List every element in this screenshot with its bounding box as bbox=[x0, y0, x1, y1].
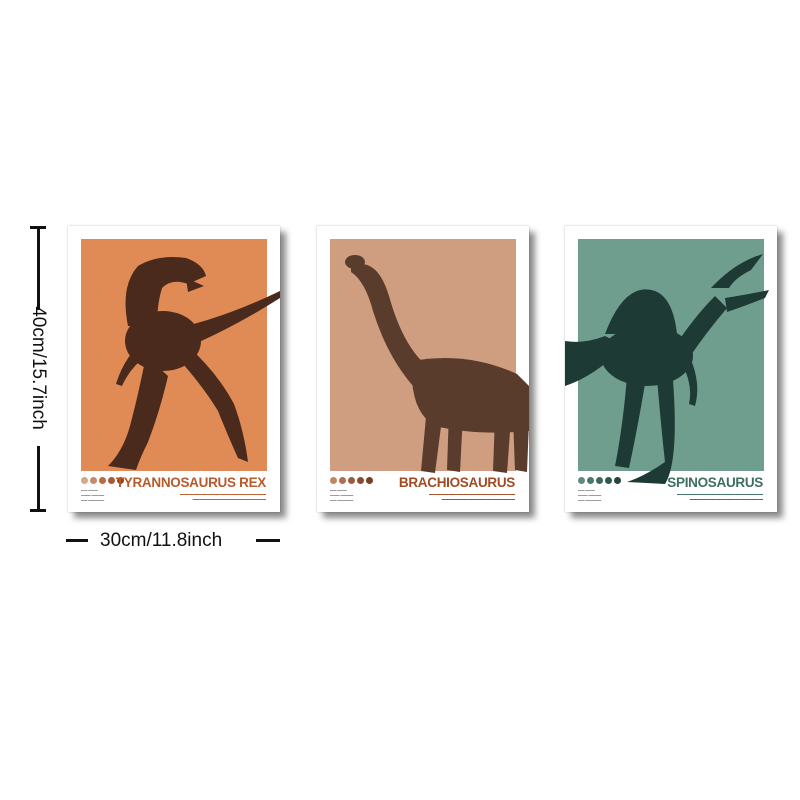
description-text: ▬▬▬▬▬▬▬▬▬▬▬▬▬▬▬▬▬▬▬▬▬▬▬▬▬▬▬ ▬▬▬▬▬▬▬▬▬▬▬▬▬… bbox=[179, 492, 266, 501]
color-dot bbox=[339, 477, 346, 484]
width-label: 30cm/11.8inch bbox=[100, 530, 223, 551]
brachiosaurus-illustration bbox=[345, 255, 529, 473]
color-dot bbox=[330, 477, 337, 484]
poster-title: TYRANNOSAURUS REX bbox=[115, 475, 266, 490]
color-dot bbox=[596, 477, 603, 484]
description-text: ▬▬▬▬▬▬▬▬▬▬▬▬▬▬▬▬▬▬▬▬▬▬▬▬▬▬▬ ▬▬▬▬▬▬▬▬▬▬▬▬▬… bbox=[428, 492, 515, 501]
poster-tyrannosaurus-rex: ▬▬ ▬▬▬ ▬▬▬ ▬▬▬▬ ▬▬ ▬▬▬▬▬ TYRANNOSAURUS REX… bbox=[68, 226, 280, 512]
poster-spinosaurus: ▬▬ ▬▬▬ ▬▬▬ ▬▬▬▬ ▬▬ ▬▬▬▬▬ SPINOSAURUS ▬▬▬▬▬… bbox=[565, 226, 777, 512]
color-dot bbox=[99, 477, 106, 484]
poster-title: BRACHIOSAURUS bbox=[398, 475, 515, 490]
color-dot bbox=[587, 477, 594, 484]
description-text: ▬▬▬▬▬▬▬▬▬▬▬▬▬▬▬▬▬▬▬▬▬▬▬▬▬▬▬ ▬▬▬▬▬▬▬▬▬▬▬▬▬… bbox=[676, 492, 763, 501]
color-dots bbox=[578, 477, 621, 484]
color-dot bbox=[605, 477, 612, 484]
color-dots bbox=[330, 477, 373, 484]
color-dot bbox=[90, 477, 97, 484]
height-label: 40cm/15.7inch bbox=[28, 306, 49, 430]
tyrannosaurus-illustration bbox=[108, 257, 280, 470]
facts-text: ▬▬ ▬▬▬ ▬▬▬ ▬▬▬▬ ▬▬ ▬▬▬▬▬ bbox=[330, 488, 354, 502]
color-dot bbox=[81, 477, 88, 484]
poster-title: SPINOSAURUS bbox=[667, 475, 763, 490]
color-dot bbox=[366, 477, 373, 484]
color-dot bbox=[578, 477, 585, 484]
spinosaurus-illustration bbox=[565, 254, 769, 484]
color-dot bbox=[108, 477, 115, 484]
color-dot bbox=[614, 477, 621, 484]
facts-text: ▬▬ ▬▬▬ ▬▬▬ ▬▬▬▬ ▬▬ ▬▬▬▬▬ bbox=[81, 488, 105, 502]
color-dot bbox=[348, 477, 355, 484]
facts-text: ▬▬ ▬▬▬ ▬▬▬ ▬▬▬▬ ▬▬ ▬▬▬▬▬ bbox=[578, 488, 602, 502]
poster-brachiosaurus: ▬▬ ▬▬▬ ▬▬▬ ▬▬▬▬ ▬▬ ▬▬▬▬▬ BRACHIOSAURUS ▬▬▬… bbox=[317, 226, 529, 512]
color-dot bbox=[357, 477, 364, 484]
